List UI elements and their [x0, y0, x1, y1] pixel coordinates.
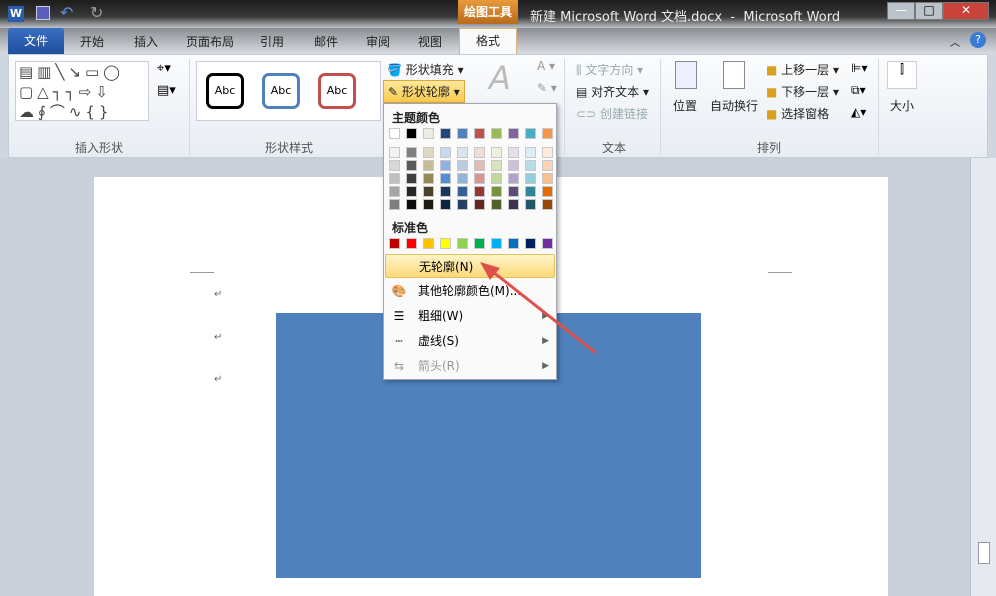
- annotation-arrow: [480, 262, 597, 355]
